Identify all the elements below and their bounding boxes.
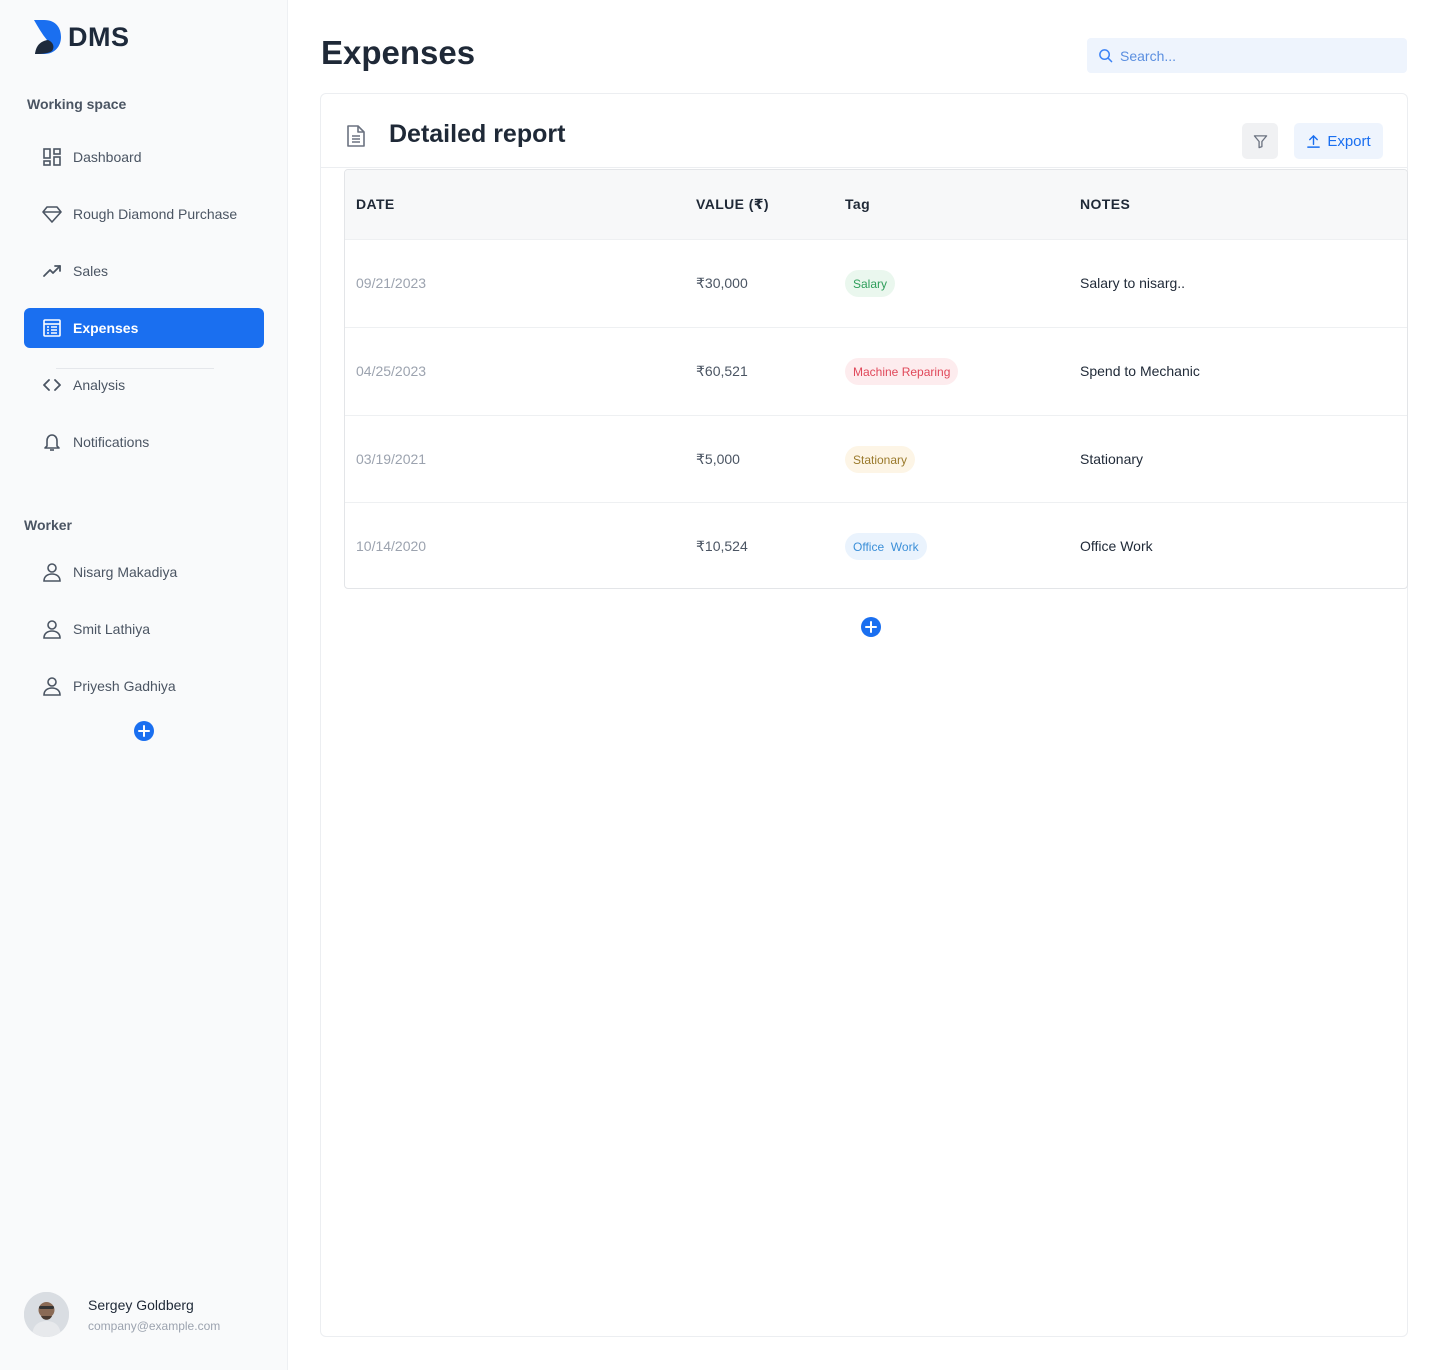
upload-icon: [1307, 134, 1321, 148]
sidebar-item-sales[interactable]: Sales: [24, 251, 264, 291]
user-icon: [41, 561, 63, 583]
column-header-value[interactable]: VALUE (₹): [696, 196, 769, 213]
worker-name: Nisarg Makadiya: [73, 564, 178, 580]
export-label: Export: [1327, 132, 1371, 150]
code-icon: [41, 374, 63, 396]
receipt-icon: [41, 317, 63, 339]
working-space-label: Working space: [27, 96, 127, 112]
cell-notes: Spend to Mechanic: [1080, 363, 1200, 379]
expenses-table: DATE VALUE (₹) Tag NOTES 09/21/2023 ₹30,…: [344, 169, 1408, 589]
logo[interactable]: DMS: [32, 18, 130, 56]
worker-label: Worker: [24, 517, 72, 533]
logo-text: DMS: [68, 21, 130, 52]
user-profile[interactable]: Sergey Goldberg company@example.com: [24, 1292, 220, 1337]
avatar: [24, 1292, 69, 1337]
report-title: Detailed report: [389, 120, 566, 148]
worker-name: Smit Lathiya: [73, 621, 151, 637]
cell-date: 04/25/2023: [356, 363, 427, 379]
cell-date: 10/14/2020: [356, 538, 427, 554]
table-row[interactable]: 04/25/2023 ₹60,521 Machine Reparing Spen…: [345, 327, 1407, 415]
dashboard-icon: [41, 146, 63, 168]
worker-item-priyesh[interactable]: Priyesh Gadhiya: [24, 666, 264, 706]
filter-icon: [1253, 134, 1267, 148]
sidebar-item-label: Sales: [73, 263, 109, 279]
sidebar-item-notifications[interactable]: Notifications: [24, 422, 264, 462]
worker-item-smit[interactable]: Smit Lathiya: [24, 609, 264, 649]
tag-badge: Machine Reparing: [845, 358, 959, 385]
sidebar-item-label: Dashboard: [73, 149, 142, 165]
cell-notes: Stationary: [1080, 451, 1144, 467]
diamond-icon: [41, 203, 63, 225]
sidebar-item-label: Expenses: [73, 320, 139, 336]
add-expense-button[interactable]: [861, 617, 881, 637]
search-input[interactable]: [1120, 47, 1380, 64]
column-header-notes[interactable]: NOTES: [1080, 196, 1130, 212]
table-row[interactable]: 10/14/2020 ₹10,524 Office Work Office Wo…: [345, 502, 1407, 588]
user-icon: [41, 618, 63, 640]
worker-name: Priyesh Gadhiya: [73, 678, 176, 694]
sidebar-item-label: Notifications: [73, 434, 150, 450]
plus-icon: [138, 725, 150, 737]
document-icon: [347, 125, 365, 147]
column-header-tag[interactable]: Tag: [845, 196, 870, 212]
add-worker-button[interactable]: [134, 721, 154, 741]
cell-notes: Salary to nisarg..: [1080, 275, 1186, 291]
cell-value: ₹5,000: [696, 451, 740, 467]
tag-badge: Stationary: [845, 446, 916, 473]
table-row[interactable]: 03/19/2021 ₹5,000 Stationary Stationary: [345, 415, 1407, 503]
cell-value: ₹60,521: [696, 363, 748, 379]
worker-item-nisarg[interactable]: Nisarg Makadiya: [24, 552, 264, 592]
user-email: company@example.com: [88, 1318, 221, 1333]
cell-notes: Office Work: [1080, 538, 1153, 554]
logo-icon: [34, 20, 61, 54]
user-name: Sergey Goldberg: [88, 1296, 194, 1313]
sidebar-item-expenses[interactable]: Expenses: [24, 308, 264, 348]
search-bar[interactable]: [1087, 38, 1407, 73]
table-row[interactable]: 09/21/2023 ₹30,000 Salary Salary to nisa…: [345, 239, 1407, 327]
sidebar: DMS Working space Dashboard Rough Diamon…: [0, 0, 288, 1370]
user-icon: [41, 675, 63, 697]
trending-up-icon: [41, 260, 63, 282]
tag-badge: Office Work: [845, 533, 927, 560]
sidebar-item-dashboard[interactable]: Dashboard: [24, 137, 264, 177]
cell-value: ₹30,000: [696, 275, 748, 291]
cell-date: 09/21/2023: [356, 275, 427, 291]
cell-value: ₹10,524: [696, 538, 748, 554]
sidebar-item-label: Rough Diamond Purchase: [73, 206, 238, 222]
page-title: Expenses: [321, 34, 476, 71]
search-icon: [1099, 49, 1113, 63]
avatar-image: [24, 1292, 69, 1337]
sidebar-item-label: Analysis: [73, 377, 126, 393]
export-button[interactable]: Export: [1294, 123, 1383, 159]
report-header: Detailed report Export: [321, 94, 1407, 168]
bell-icon: [41, 431, 63, 453]
tag-badge: Salary: [845, 270, 896, 297]
cell-date: 03/19/2021: [356, 451, 427, 467]
sidebar-item-rough-diamond-purchase[interactable]: Rough Diamond Purchase: [24, 194, 264, 234]
plus-icon: [865, 621, 877, 633]
column-header-date[interactable]: DATE: [356, 196, 395, 212]
sidebar-item-analysis[interactable]: Analysis: [24, 365, 264, 405]
filter-button[interactable]: [1242, 123, 1278, 159]
table-header: DATE VALUE (₹) Tag NOTES: [345, 170, 1407, 239]
